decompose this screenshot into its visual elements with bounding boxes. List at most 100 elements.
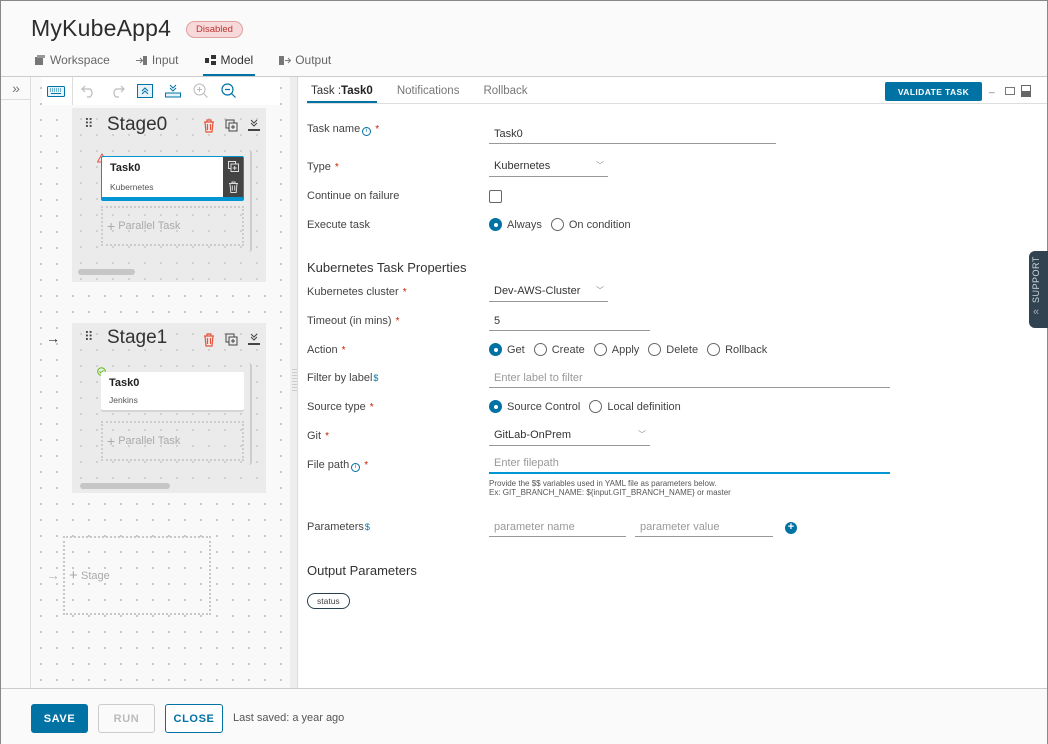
plus-icon: +: [69, 567, 78, 584]
redo-button[interactable]: [103, 77, 131, 105]
save-button[interactable]: SAVE: [31, 704, 88, 733]
file-path-label: File path i *: [307, 459, 368, 472]
tab-workspace[interactable]: Workspace: [34, 53, 110, 76]
undo-button[interactable]: [75, 77, 103, 105]
radio-local-definition[interactable]: Local definition: [589, 400, 681, 413]
chevron-down-icon: ﹀: [638, 430, 646, 439]
radio-dot: [489, 218, 502, 231]
tab-model[interactable]: Model: [202, 53, 255, 76]
clone-stage-icon[interactable]: [225, 333, 239, 347]
radio-source-control[interactable]: Source Control: [489, 400, 580, 413]
radio-on-condition[interactable]: On condition: [550, 218, 631, 231]
radio-apply[interactable]: Apply: [593, 343, 640, 356]
radio-delete[interactable]: Delete: [648, 343, 698, 356]
keyboard-shortcuts-button[interactable]: [42, 77, 70, 105]
continue-on-failure-label: Continue on failure: [307, 190, 400, 202]
parameter-name-input[interactable]: [489, 517, 626, 537]
stage-title: Stage0: [107, 114, 168, 135]
drag-handle-icon[interactable]: ⠿: [84, 330, 93, 343]
support-tab[interactable]: SUPPORT «: [1029, 251, 1048, 328]
main-tabs: Workspace Input Model Output: [34, 53, 357, 76]
git-select[interactable]: GitLab-OnPrem ﹀: [489, 426, 650, 446]
required-marker: *: [334, 162, 339, 173]
task-card[interactable]: Task0 Jenkins: [101, 372, 244, 410]
git-label: Git *: [307, 430, 329, 442]
delete-stage-icon[interactable]: [202, 119, 216, 133]
collapse-all-icon: [137, 84, 153, 98]
required-marker: *: [375, 124, 380, 135]
zoom-out-icon: [221, 83, 236, 98]
task-type: Jenkins: [109, 395, 138, 405]
validate-task-button[interactable]: VALIDATE TASK: [885, 82, 982, 101]
stage-card[interactable]: ⠿ Stage0 Task0 Kubernetes + Parallel Tas…: [72, 108, 266, 282]
help-line: Ex: GIT_BRANCH_NAME: ${input.GIT_BRANCH_…: [489, 488, 731, 497]
radio-rollback[interactable]: Rollback: [707, 343, 767, 356]
splitter-grip-icon[interactable]: [292, 369, 297, 391]
stage-scrollbar[interactable]: [80, 483, 170, 489]
clone-stage-icon[interactable]: [225, 119, 239, 133]
collapse-all-button[interactable]: [131, 77, 159, 105]
restore-icon[interactable]: [1005, 87, 1015, 95]
delete-task-icon[interactable]: [228, 181, 239, 193]
tab-task[interactable]: Task :Task0: [307, 77, 377, 103]
expand-all-button[interactable]: [159, 77, 187, 105]
stage-title: Stage1: [107, 327, 168, 348]
expand-rail-button[interactable]: »: [1, 77, 31, 100]
parameter-value-input[interactable]: [635, 517, 773, 537]
task-properties-panel: Task :Task0 Notifications Rollback VALID…: [299, 77, 1047, 688]
pipeline-canvas[interactable]: ⠿ Stage0 Task0 Kubernetes + Parallel Tas…: [32, 77, 290, 688]
execute-task-radio-group: Always On condition: [489, 218, 640, 231]
required-marker: *: [341, 345, 346, 356]
output-icon: [279, 56, 292, 65]
add-parameter-button[interactable]: +: [785, 522, 797, 534]
file-path-input[interactable]: [489, 454, 890, 474]
cluster-select[interactable]: Dev-AWS-Cluster ﹀: [489, 282, 608, 302]
filter-by-label-input[interactable]: [489, 368, 890, 388]
label-text: File path: [307, 459, 350, 471]
workspace-icon: [35, 55, 45, 65]
add-parallel-task-button[interactable]: + Parallel Task: [101, 206, 244, 246]
tab-input[interactable]: Input: [135, 53, 179, 76]
stage-card[interactable]: ⠿ Stage1 Task0 Jenkins + Parallel Task: [72, 323, 266, 493]
task-name-input[interactable]: [489, 124, 776, 144]
run-button[interactable]: RUN: [98, 704, 155, 733]
tab-notifications[interactable]: Notifications: [393, 77, 464, 102]
left-rail: »: [1, 77, 31, 688]
variable-icon[interactable]: $: [373, 373, 378, 383]
radio-get[interactable]: Get: [489, 343, 525, 356]
maximize-icon[interactable]: [1021, 85, 1031, 97]
radio-dot: [489, 400, 502, 413]
add-stage-button[interactable]: + Stage: [63, 536, 211, 615]
action-label: Action *: [307, 344, 345, 356]
clone-task-icon[interactable]: [227, 161, 239, 173]
radio-label: Always: [507, 218, 542, 231]
tab-label: Model: [220, 53, 254, 67]
type-label: Type *: [307, 161, 339, 173]
close-button[interactable]: CLOSE: [165, 704, 223, 733]
minimize-icon[interactable]: _: [989, 83, 995, 94]
info-icon[interactable]: i: [351, 463, 361, 472]
continue-on-failure-checkbox[interactable]: [489, 190, 502, 203]
radio-label: Apply: [611, 343, 640, 356]
status-badge: Disabled: [186, 21, 243, 38]
drag-handle-icon[interactable]: ⠿: [84, 117, 93, 130]
zoom-out-button[interactable]: [215, 77, 243, 105]
stage-collapse-icon[interactable]: [247, 333, 261, 347]
variable-icon[interactable]: $: [365, 522, 370, 532]
radio-always[interactable]: Always: [489, 218, 542, 231]
type-select[interactable]: Kubernetes ﹀: [489, 157, 608, 177]
required-marker: *: [395, 316, 400, 327]
zoom-in-button[interactable]: [187, 77, 215, 105]
tab-rollback[interactable]: Rollback: [479, 77, 531, 102]
info-icon[interactable]: i: [362, 127, 372, 136]
radio-create[interactable]: Create: [533, 343, 585, 356]
tab-output[interactable]: Output: [279, 53, 331, 76]
stage-collapse-icon[interactable]: [247, 119, 261, 133]
timeout-input[interactable]: [489, 311, 650, 331]
task-card[interactable]: Task0 Kubernetes: [101, 156, 244, 201]
stage-scrollbar[interactable]: [78, 269, 135, 275]
radio-dot: [589, 400, 603, 413]
delete-stage-icon[interactable]: [202, 333, 216, 347]
add-parallel-task-button[interactable]: + Parallel Task: [101, 421, 244, 461]
plus-icon: +: [107, 218, 116, 234]
